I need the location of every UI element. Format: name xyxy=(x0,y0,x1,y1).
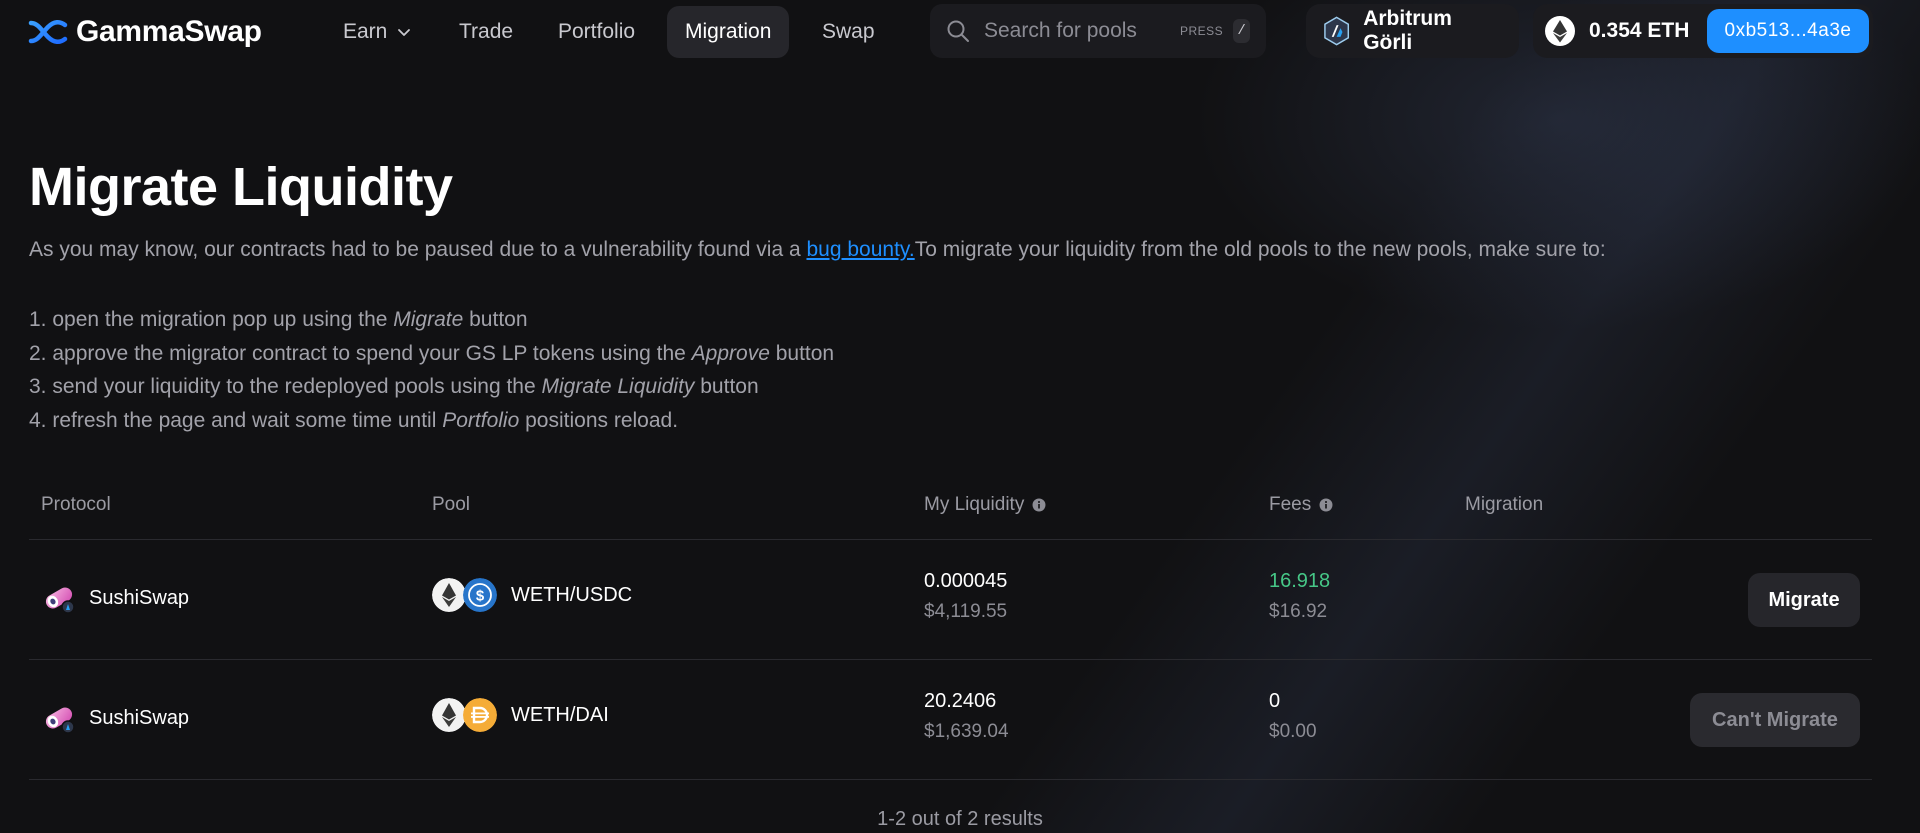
step-1: 1. open the migration pop up using the M… xyxy=(29,308,528,331)
liquidity-cell: 0.000045 $4,119.55 xyxy=(924,570,1007,623)
usdc-token-icon: $ xyxy=(463,578,497,612)
fees-cell: 16.918 $16.92 xyxy=(1269,570,1330,623)
search-input[interactable] xyxy=(984,19,1174,43)
bug-bounty-link[interactable]: bug bounty. xyxy=(806,238,914,261)
info-icon[interactable] xyxy=(1319,498,1333,512)
protocol-cell: SushiSwap xyxy=(41,700,189,736)
nav-earn[interactable]: Earn xyxy=(325,6,429,58)
liquidity-usd: $4,119.55 xyxy=(924,601,1008,622)
liquidity-amount: 0.000045 xyxy=(924,570,1008,592)
pool-cell: WETH/DAI xyxy=(432,698,609,732)
header-pool: Pool xyxy=(432,494,471,515)
weth-token-icon xyxy=(432,698,466,732)
migration-intro: As you may know, our contracts had to be… xyxy=(29,237,1889,263)
fees-amount: 16.918 xyxy=(1269,570,1331,592)
nav-portfolio[interactable]: Portfolio xyxy=(540,6,653,58)
wallet-address-button[interactable]: 0xb513...4a3e xyxy=(1707,9,1869,53)
sushiswap-icon xyxy=(45,707,75,734)
fees-amount: 0 xyxy=(1269,690,1281,712)
arbitrum-icon xyxy=(1324,16,1350,46)
nav-earn-label: Earn xyxy=(343,20,388,43)
step-4: 4. refresh the page and wait some time u… xyxy=(29,408,679,432)
cant-migrate-button[interactable]: Can't Migrate xyxy=(1690,693,1860,747)
protocol-name: SushiSwap xyxy=(89,586,190,609)
eth-balance: 0.354 ETH xyxy=(1589,19,1690,42)
brand-name: GammaSwap xyxy=(76,15,262,48)
search-shortcut-key: / xyxy=(1233,19,1250,43)
migrate-button[interactable]: Migrate xyxy=(1748,573,1860,627)
ethereum-icon xyxy=(1545,16,1575,46)
network-selector[interactable]: Arbitrum Görli xyxy=(1306,4,1519,58)
pool-cell: $ WETH/USDC xyxy=(432,578,632,612)
weth-token-icon xyxy=(432,578,466,612)
fees-usd: $16.92 xyxy=(1269,601,1328,622)
header-fees: Fees xyxy=(1269,494,1333,516)
network-name: Arbitrum Görli xyxy=(1363,7,1452,54)
top-navigation: GammaSwap Earn Trade Portfolio Migration… xyxy=(0,0,1920,64)
table-row: SushiSwap $ WETH/USDC 0.000045 $4,119.55… xyxy=(29,540,1872,660)
intro-text-before: As you may know, our contracts had to be… xyxy=(29,238,807,261)
liquidity-cell: 20.2406 $1,639.04 xyxy=(924,690,1009,743)
dai-token-icon xyxy=(463,698,497,732)
protocol-name: SushiSwap xyxy=(89,706,190,729)
header-protocol: Protocol xyxy=(41,494,111,515)
search-icon xyxy=(947,20,969,42)
info-icon[interactable] xyxy=(1032,498,1046,512)
gammaswap-logo-icon xyxy=(28,20,68,44)
svg-text:$: $ xyxy=(476,588,485,605)
pool-search[interactable]: PRESS / xyxy=(930,4,1266,58)
results-count: 1-2 out of 2 results xyxy=(877,808,1043,830)
pool-name: WETH/DAI xyxy=(511,703,609,726)
liquidity-amount: 20.2406 xyxy=(924,690,997,712)
chevron-down-icon xyxy=(398,29,411,36)
header-liquidity: My Liquidity xyxy=(924,494,1046,516)
nav-trade[interactable]: Trade xyxy=(441,6,531,58)
page-title: Migrate Liquidity xyxy=(29,157,453,217)
header-migration: Migration xyxy=(1465,494,1544,515)
liquidity-usd: $1,639.04 xyxy=(924,721,1009,742)
table-row: SushiSwap WETH/DAI 20.2406 $1,639.04 0 $… xyxy=(29,660,1872,780)
fees-cell: 0 $0.00 xyxy=(1269,690,1317,743)
wallet-panel: 0.354 ETH 0xb513...4a3e xyxy=(1533,4,1873,58)
nav-swap[interactable]: Swap xyxy=(804,6,893,58)
search-shortcut-hint: PRESS xyxy=(1180,24,1224,38)
brand-logo[interactable]: GammaSwap xyxy=(28,14,262,50)
sushiswap-icon xyxy=(45,587,75,614)
fees-usd: $0.00 xyxy=(1269,721,1317,742)
pool-name: WETH/USDC xyxy=(511,583,633,606)
migration-table: Protocol Pool My Liquidity Fees Migratio… xyxy=(29,485,1872,780)
nav-migration[interactable]: Migration xyxy=(667,6,790,58)
intro-text-after: To migrate your liquidity from the old p… xyxy=(914,238,1606,261)
migration-steps: 1. open the migration pop up using the M… xyxy=(29,303,834,437)
table-header: Protocol Pool My Liquidity Fees Migratio… xyxy=(29,485,1872,540)
protocol-cell: SushiSwap xyxy=(41,580,189,616)
step-2: 2. approve the migrator contract to spen… xyxy=(29,341,835,365)
step-3: 3. send your liquidity to the redeployed… xyxy=(29,375,759,398)
